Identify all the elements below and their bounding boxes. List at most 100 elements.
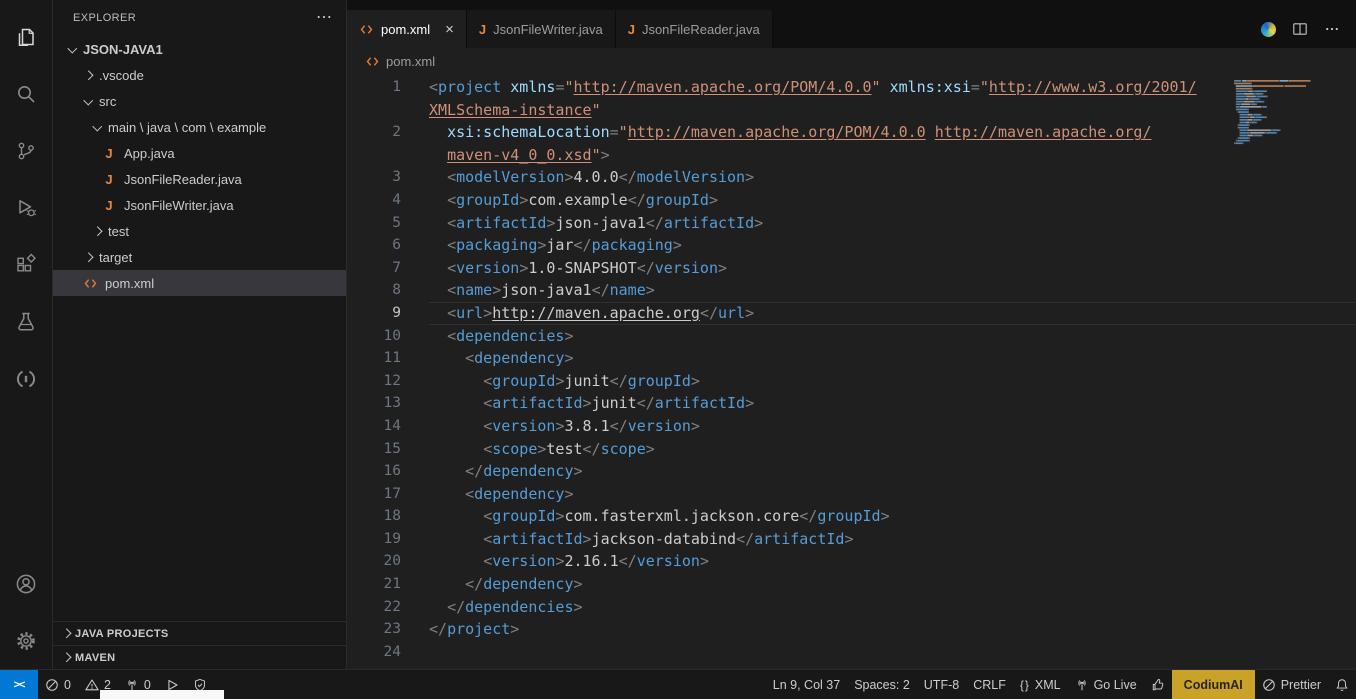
activity-run-debug[interactable] (0, 179, 52, 236)
code-line[interactable]: 19 <artifactId>jackson-databind</artifac… (347, 528, 1356, 551)
status-codiumai[interactable]: CodiumAI (1172, 670, 1255, 699)
tree-item[interactable]: test (53, 218, 346, 244)
code-line[interactable]: XMLSchema-instance" (347, 99, 1356, 122)
code-line[interactable]: 15 <scope>test</scope> (347, 438, 1356, 461)
status-go-live[interactable]: Go Live (1068, 670, 1144, 699)
code-line[interactable]: 6 <packaging>jar</packaging> (347, 234, 1356, 257)
status-spacer (214, 670, 766, 699)
code-line[interactable]: 14 <version>3.8.1</version> (347, 415, 1356, 438)
minimap[interactable] (1230, 76, 1348, 166)
close-icon[interactable]: × (445, 22, 454, 37)
editor-group: pom.xml×JJsonFileWriter.javaJJsonFileRea… (347, 0, 1356, 669)
activity-source-control[interactable] (0, 122, 52, 179)
status-feedback[interactable] (1144, 670, 1172, 699)
code-line[interactable]: 17 <dependency> (347, 483, 1356, 506)
tree-item[interactable]: JJsonFileReader.java (53, 166, 346, 192)
line-text: <dependencies> (401, 325, 1356, 348)
line-number: 7 (347, 257, 401, 280)
tab[interactable]: pom.xml× (347, 10, 467, 48)
explorer-sidebar: EXPLORER ⋯ JSON-JAVA1.vscodesrcmain \ ja… (53, 0, 347, 669)
status-errors[interactable]: 0 (38, 670, 78, 699)
line-text: maven-v4_0_0.xsd"> (401, 144, 1356, 167)
activity-testing[interactable] (0, 293, 52, 350)
activity-extensions[interactable] (0, 236, 52, 293)
thumb-icon (1151, 678, 1165, 692)
remote-indicator[interactable]: >< (0, 670, 38, 699)
code-line[interactable]: 12 <groupId>junit</groupId> (347, 370, 1356, 393)
chevron-down-icon (90, 119, 106, 135)
code-line[interactable]: 2 xsi:schemaLocation="http://maven.apach… (347, 121, 1356, 144)
split-editor-icon[interactable] (1292, 21, 1308, 37)
code-line[interactable]: 7 <version>1.0-SNAPSHOT</version> (347, 257, 1356, 280)
tab[interactable]: JJsonFileWriter.java (467, 10, 616, 48)
status-text: CRLF (973, 678, 1006, 692)
code-line[interactable]: 22 </dependencies> (347, 596, 1356, 619)
status-encoding[interactable]: UTF-8 (917, 670, 966, 699)
line-text: <project xmlns="http://maven.apache.org/… (401, 76, 1356, 99)
extension-sphere-icon[interactable] (1261, 22, 1276, 37)
breadcrumb-item[interactable]: pom.xml (386, 54, 435, 69)
tree-item[interactable]: JSON-JAVA1 (53, 36, 346, 62)
code-line[interactable]: 16 </dependency> (347, 460, 1356, 483)
code-line[interactable]: 18 <groupId>com.fasterxml.jackson.core</… (347, 505, 1356, 528)
status-language-mode[interactable]: {}XML (1013, 670, 1068, 699)
tabs: pom.xml×JJsonFileWriter.javaJJsonFileRea… (347, 10, 773, 48)
status-indentation[interactable]: Spaces: 2 (847, 670, 917, 699)
sidebar-section[interactable]: JAVA PROJECTS (53, 621, 346, 645)
tree-item[interactable]: JApp.java (53, 140, 346, 166)
tab[interactable]: JJsonFileReader.java (616, 10, 773, 48)
line-number: 12 (347, 370, 401, 393)
code-line[interactable]: 9 <url>http://maven.apache.org</url> (347, 302, 1356, 325)
vscode-window: EXPLORER ⋯ JSON-JAVA1.vscodesrcmain \ ja… (0, 0, 1356, 699)
tree-item[interactable]: .vscode (53, 62, 346, 88)
status-eol[interactable]: CRLF (966, 670, 1013, 699)
code-line[interactable]: 10 <dependencies> (347, 325, 1356, 348)
activity-explorer[interactable] (0, 8, 52, 65)
search-icon (14, 82, 38, 106)
tree-item[interactable]: pom.xml (53, 270, 346, 296)
code-line[interactable]: 4 <groupId>com.example</groupId> (347, 189, 1356, 212)
status-cursor-position[interactable]: Ln 9, Col 37 (766, 670, 847, 699)
error-icon (45, 678, 59, 692)
breadcrumb[interactable]: pom.xml (347, 48, 1356, 74)
overlay-artifact (100, 690, 224, 699)
chevron-right-icon (59, 650, 75, 666)
code-line[interactable]: 11 <dependency> (347, 347, 1356, 370)
code-line[interactable]: maven-v4_0_0.xsd"> (347, 144, 1356, 167)
code-lines[interactable]: 1<project xmlns="http://maven.apache.org… (347, 76, 1356, 663)
chevron-down-icon (81, 93, 97, 109)
tab-label: JsonFileReader.java (642, 22, 760, 37)
code-line[interactable]: 1<project xmlns="http://maven.apache.org… (347, 76, 1356, 99)
sidebar-section[interactable]: MAVEN (53, 645, 346, 669)
code-line[interactable]: 21 </dependency> (347, 573, 1356, 596)
file-tree: JSON-JAVA1.vscodesrcmain \ java \ com \ … (53, 36, 346, 621)
code-line[interactable]: 13 <artifactId>junit</artifactId> (347, 392, 1356, 415)
line-text: <url>http://maven.apache.org</url> (401, 302, 1356, 325)
line-number: 24 (347, 641, 401, 664)
tree-item-label: JsonFileWriter.java (124, 198, 234, 213)
activity-search[interactable] (0, 65, 52, 122)
line-text: <dependency> (401, 483, 1356, 506)
code-line[interactable]: 5 <artifactId>json-java1</artifactId> (347, 212, 1356, 235)
code-line[interactable]: 20 <version>2.16.1</version> (347, 550, 1356, 573)
tree-item[interactable]: main \ java \ com \ example (53, 114, 346, 140)
status-prettier[interactable]: Prettier (1255, 670, 1328, 699)
chevron-right-icon (81, 249, 97, 265)
code-line[interactable]: 8 <name>json-java1</name> (347, 279, 1356, 302)
activity-accounts[interactable] (0, 555, 52, 612)
activity-codium[interactable] (0, 350, 52, 407)
line-number: 9 (347, 302, 401, 325)
code-line[interactable]: 23</project> (347, 618, 1356, 641)
line-text: <groupId>junit</groupId> (401, 370, 1356, 393)
tree-item[interactable]: JJsonFileWriter.java (53, 192, 346, 218)
status-notifications[interactable] (1328, 670, 1356, 699)
tree-item[interactable]: target (53, 244, 346, 270)
code-line[interactable]: 24 (347, 641, 1356, 664)
tree-item[interactable]: src (53, 88, 346, 114)
line-number: 1 (347, 76, 401, 99)
activity-settings[interactable] (0, 612, 52, 669)
more-actions-icon[interactable] (1324, 21, 1340, 37)
line-text: XMLSchema-instance" (401, 99, 1356, 122)
more-actions-icon[interactable]: ⋯ (316, 10, 332, 26)
code-line[interactable]: 3 <modelVersion>4.0.0</modelVersion> (347, 166, 1356, 189)
